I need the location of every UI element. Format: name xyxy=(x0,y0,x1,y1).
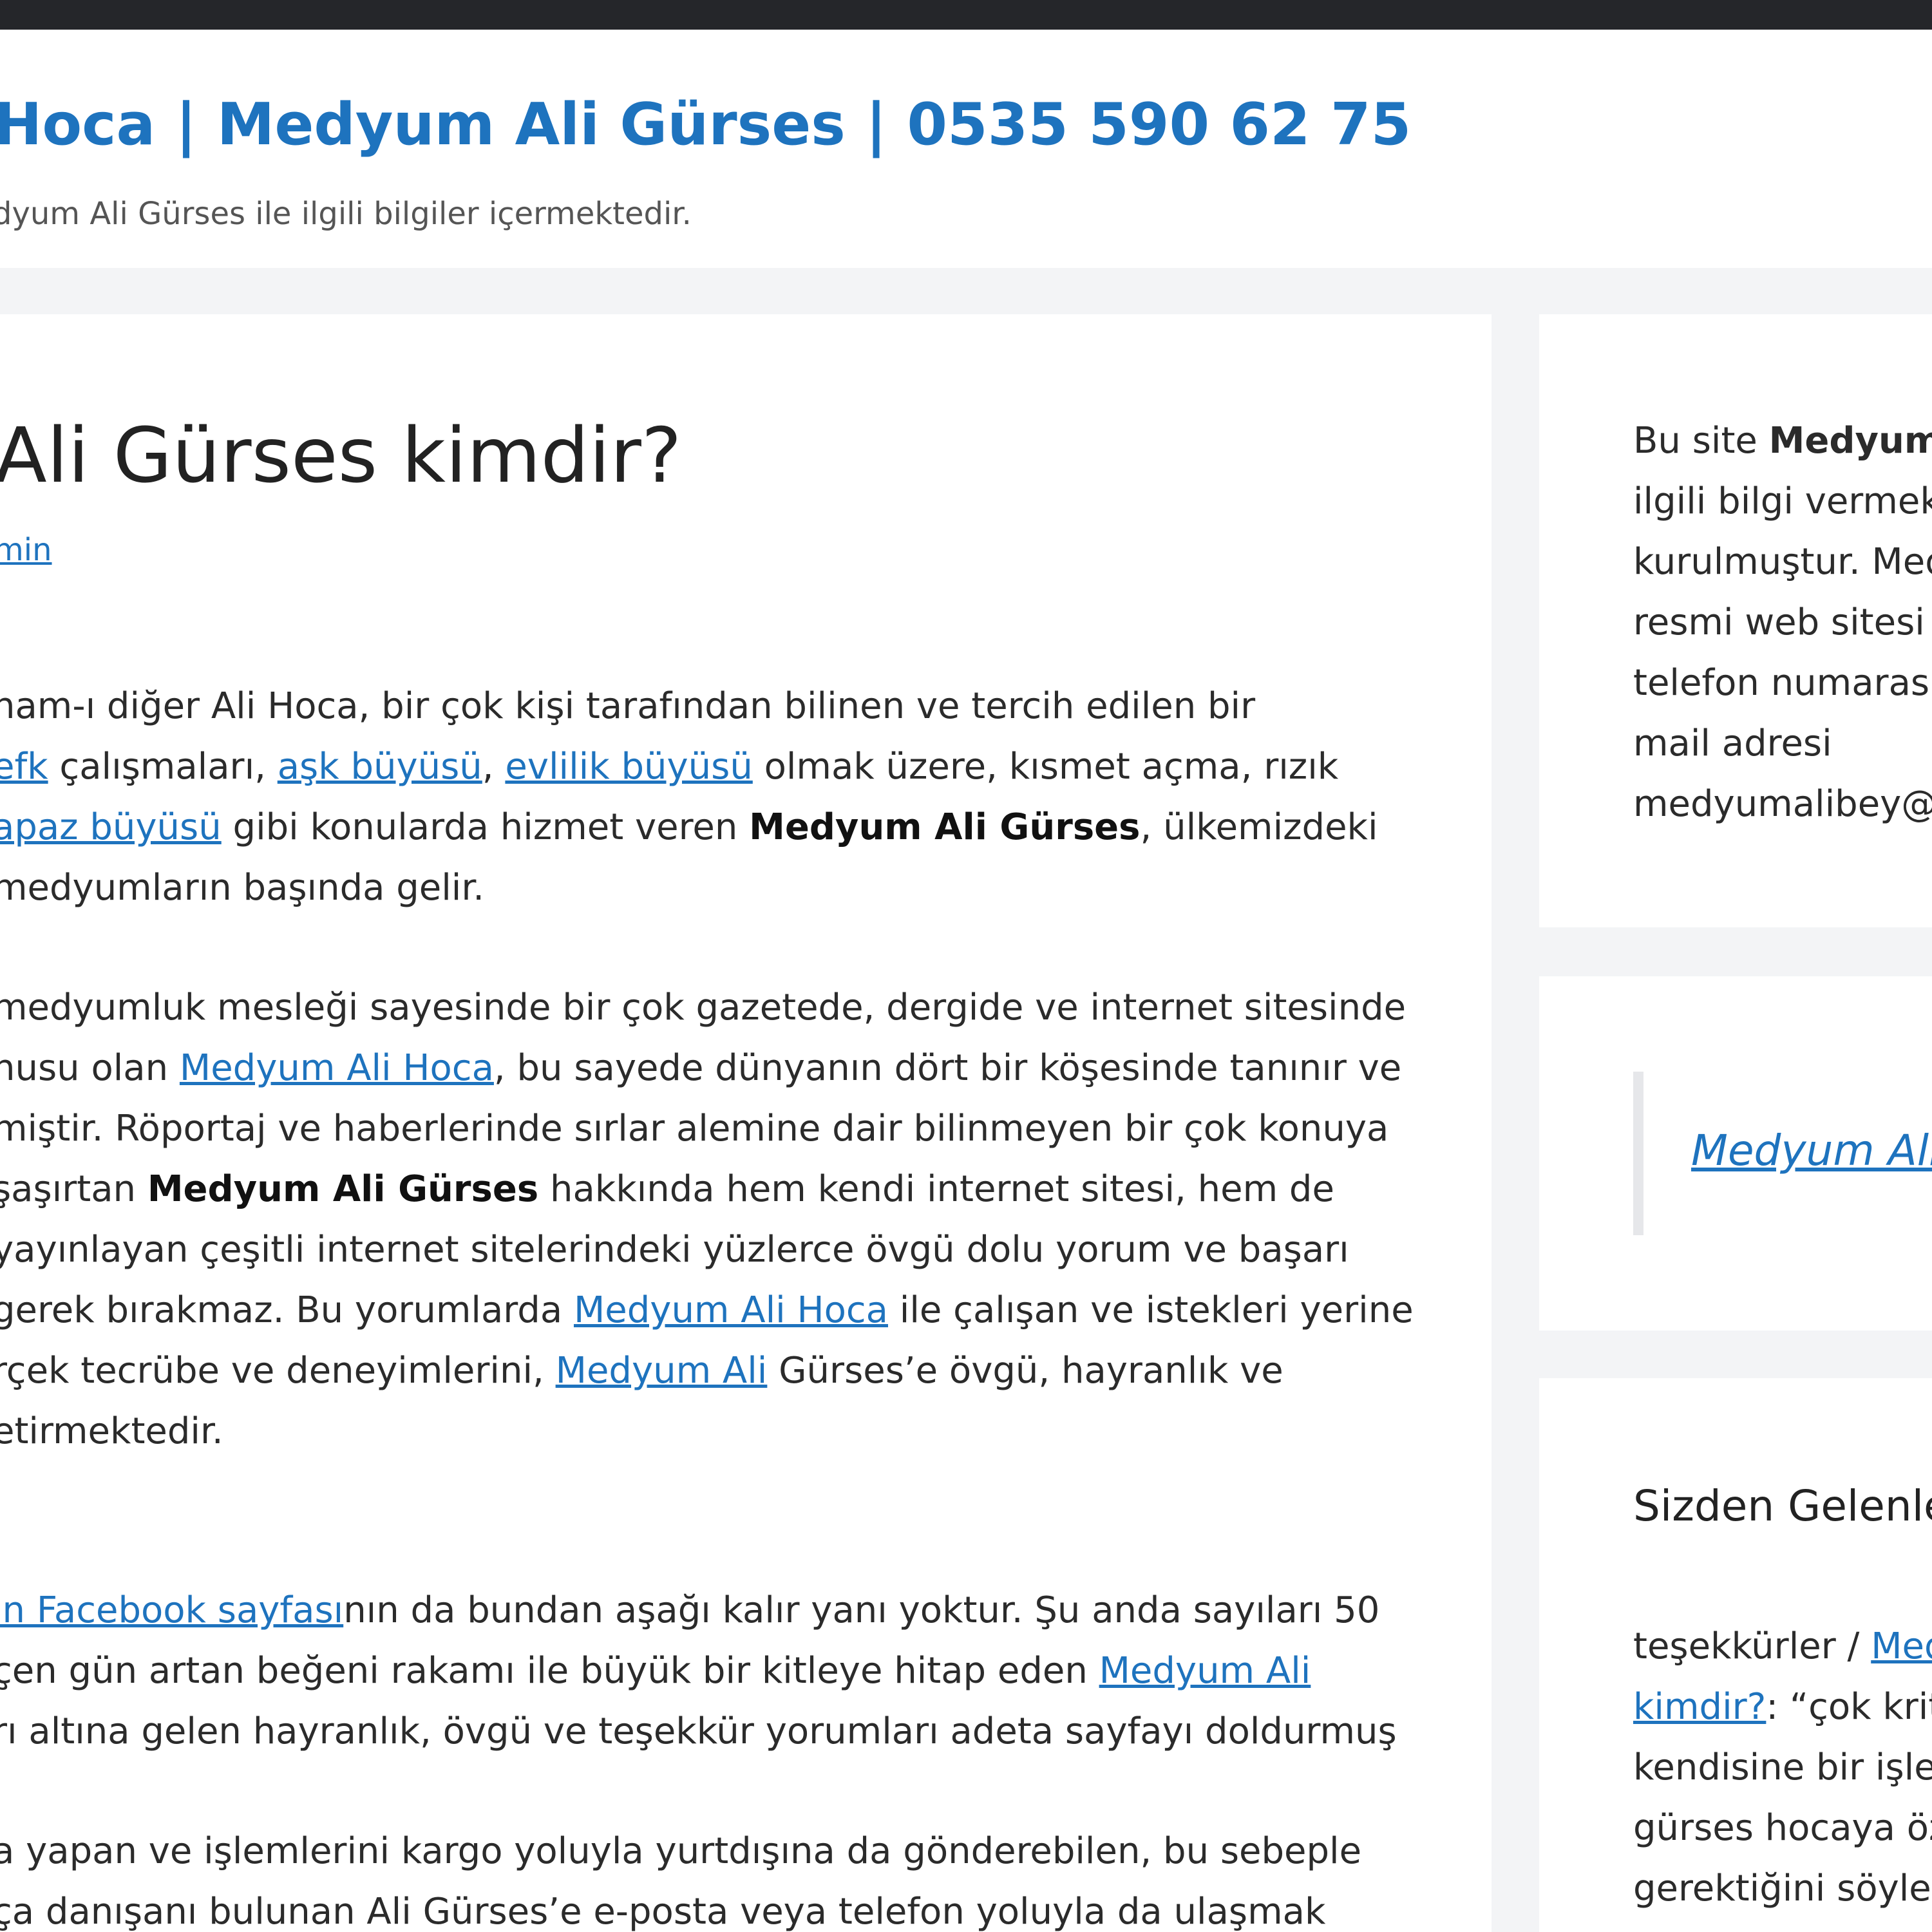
comment-post-link[interactable]: Med xyxy=(1871,1625,1932,1667)
post-title: Ali Gürses kimdir? xyxy=(0,411,682,500)
text-line: a yapan ve işlemlerini kargo yoluyla yur… xyxy=(0,1830,1362,1872)
inline-link[interactable]: apaz büyüsü xyxy=(0,806,222,848)
text-line: yayınlayan çeşitli internet sitelerindek… xyxy=(0,1229,1349,1271)
medyum-ali-link[interactable]: Medyum Ali xyxy=(1099,1650,1311,1692)
sidebar-quote-widget: Medyum Ali xyxy=(1539,976,1932,1331)
comment-post-link[interactable]: kimdir? xyxy=(1633,1686,1766,1728)
text-fragment: olmak üzere, kısmet açma, rızık xyxy=(752,746,1339,788)
text-line: Bu site Medyum xyxy=(1633,411,1932,471)
text-fragment: rçek tecrübe ve deneyimlerini, xyxy=(0,1350,556,1392)
post-paragraph-3: in Facebook sayfasının da bundan aşağı k… xyxy=(0,1580,1397,1762)
text-line: miştir. Röportaj ve haberlerinde sırlar … xyxy=(0,1108,1389,1150)
inline-link[interactable]: efk xyxy=(0,746,48,788)
ask-buyusu-link[interactable]: aşk büyüsü xyxy=(278,746,482,788)
sidebar-comments-widget: Sizden Gelenle teşekkürler / Med kimdir?… xyxy=(1539,1378,1932,1932)
post-paragraph-1: nam-ı diğer Ali Hoca, bir çok kişi taraf… xyxy=(0,676,1378,918)
text-line: kurulmuştur. Med xyxy=(1633,541,1932,583)
blockquote-bar xyxy=(1633,1072,1643,1235)
text-fragment: , ülkemizdeki xyxy=(1140,806,1378,848)
site-tagline: dyum Ali Gürses ile ilgili bilgiler içer… xyxy=(0,196,692,232)
text-line: gürses hocaya öz xyxy=(1633,1807,1932,1849)
text-line: gerek bırakmaz. Bu yorumlarda Medyum Ali… xyxy=(0,1280,1414,1341)
text-fragment: şaşırtan xyxy=(0,1168,147,1210)
text-line: gerektiğini söyled xyxy=(1633,1868,1932,1909)
bold-text: Medyum Ali Gürses xyxy=(147,1168,539,1210)
text-fragment: , xyxy=(482,746,506,788)
text-fragment: nın da bundan aşağı kalır yanı yoktur. Ş… xyxy=(343,1589,1380,1631)
text-fragment: Bu site xyxy=(1633,420,1769,462)
text-line: rçek tecrübe ve deneyimlerini, Medyum Al… xyxy=(0,1341,1414,1401)
text-fragment: hakkında hem kendi internet sitesi, hem … xyxy=(538,1168,1334,1210)
site-title-link[interactable]: Hoca | Medyum Ali Gürses | 0535 590 62 7… xyxy=(0,91,1411,158)
post-paragraph-4: a yapan ve işlemlerini kargo yoluyla yur… xyxy=(0,1821,1361,1932)
text-fragment: Gürses’e övgü, hayranlık ve xyxy=(767,1350,1283,1392)
text-fragment: : “çok krit xyxy=(1766,1686,1932,1728)
text-line: çen gün artan beğeni rakamı ile büyük bi… xyxy=(0,1641,1397,1701)
text-line: medyumalibey@ xyxy=(1633,783,1932,825)
text-line: rı altına gelen hayranlık, övgü ve teşek… xyxy=(0,1710,1397,1752)
text-line: kendisine bir işlem xyxy=(1633,1747,1932,1788)
text-line: telefon numarası xyxy=(1633,662,1932,704)
text-line: mail adresi xyxy=(1633,723,1832,764)
text-line: resmi web sitesi n xyxy=(1633,601,1932,643)
comments-widget-title: Sizden Gelenle xyxy=(1633,1481,1932,1531)
recent-comments-list: teşekkürler / Med kimdir?: “çok krit ken… xyxy=(1633,1616,1932,1919)
quote-link[interactable]: Medyum Ali xyxy=(1691,1126,1932,1175)
text-line: etirmektedir. xyxy=(0,1410,223,1452)
text-line: in Facebook sayfasının da bundan aşağı k… xyxy=(0,1580,1397,1641)
medyum-ali-hoca-link[interactable]: Medyum Ali Hoca xyxy=(574,1289,888,1331)
text-fragment: çalışmaları, xyxy=(48,746,278,788)
medyum-ali-link[interactable]: Medyum Ali xyxy=(556,1350,768,1392)
post-paragraph-2: medyumluk mesleği sayesinde bir çok gaze… xyxy=(0,978,1414,1462)
text-fragment: gerek bırakmaz. Bu yorumlarda xyxy=(0,1289,574,1331)
text-line: medyumların başında gelir. xyxy=(0,867,485,909)
text-fragment: çen gün artan beğeni rakamı ile büyük bi… xyxy=(0,1650,1099,1692)
text-fragment: gibi konularda hizmet veren xyxy=(221,806,750,848)
text-line: ça danışanı bulunan Ali Gürses’e e-posta… xyxy=(0,1891,1326,1932)
text-fragment: , bu sayede dünyanın dört bir köşesinde … xyxy=(493,1047,1402,1089)
sidebar-about-widget: Bu site Medyum ilgili bilgi vermek kurul… xyxy=(1539,314,1932,927)
text-line: efk çalışmaları, aşk büyüsü, evlilik büy… xyxy=(0,737,1378,797)
text-line: şaşırtan Medyum Ali Gürses hakkında hem … xyxy=(0,1159,1414,1220)
text-line: nusu olan Medyum Ali Hoca, bu sayede dün… xyxy=(0,1038,1414,1099)
text-line: nam-ı diğer Ali Hoca, bir çok kişi taraf… xyxy=(0,685,1256,727)
text-fragment: nusu olan xyxy=(0,1047,180,1089)
bold-text: Medyum xyxy=(1768,420,1932,462)
text-line: ilgili bilgi vermek xyxy=(1633,480,1932,522)
medyum-ali-hoca-link[interactable]: Medyum Ali Hoca xyxy=(180,1047,494,1089)
top-bar xyxy=(0,0,1932,30)
text-line: teşekkürler / Med xyxy=(1633,1616,1932,1677)
text-fragment: ile çalışan ve istekleri yerine xyxy=(888,1289,1414,1331)
site-header: Hoca | Medyum Ali Gürses | 0535 590 62 7… xyxy=(0,30,1932,268)
comment-author: teşekkürler / xyxy=(1633,1625,1871,1667)
text-line: medyumluk mesleği sayesinde bir çok gaze… xyxy=(0,987,1406,1028)
bold-text: Medyum Ali Gürses xyxy=(749,806,1141,848)
evlilik-buyusu-link[interactable]: evlilik büyüsü xyxy=(505,746,752,788)
facebook-page-link[interactable]: in Facebook sayfası xyxy=(0,1589,343,1631)
post-author-link[interactable]: min xyxy=(0,532,52,568)
text-line: apaz büyüsü gibi konularda hizmet veren … xyxy=(0,797,1378,858)
about-text: Bu site Medyum ilgili bilgi vermek kurul… xyxy=(1633,411,1932,835)
text-line: kimdir?: “çok krit xyxy=(1633,1677,1932,1738)
post-article: Ali Gürses kimdir? min nam-ı diğer Ali H… xyxy=(0,314,1492,1932)
